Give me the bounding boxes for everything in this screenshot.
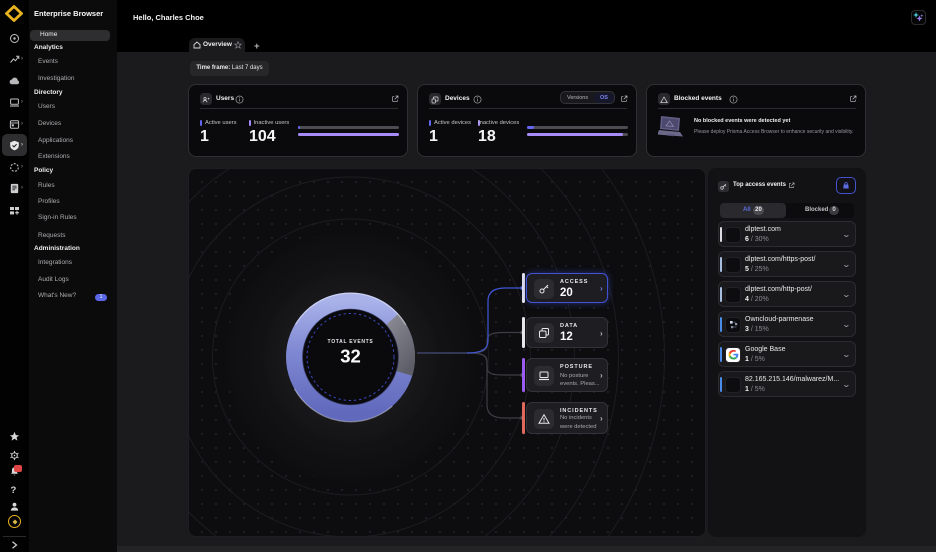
svg-text:TOTAL EVENTS: TOTAL EVENTS [328, 339, 374, 345]
svg-text:32: 32 [340, 346, 361, 367]
